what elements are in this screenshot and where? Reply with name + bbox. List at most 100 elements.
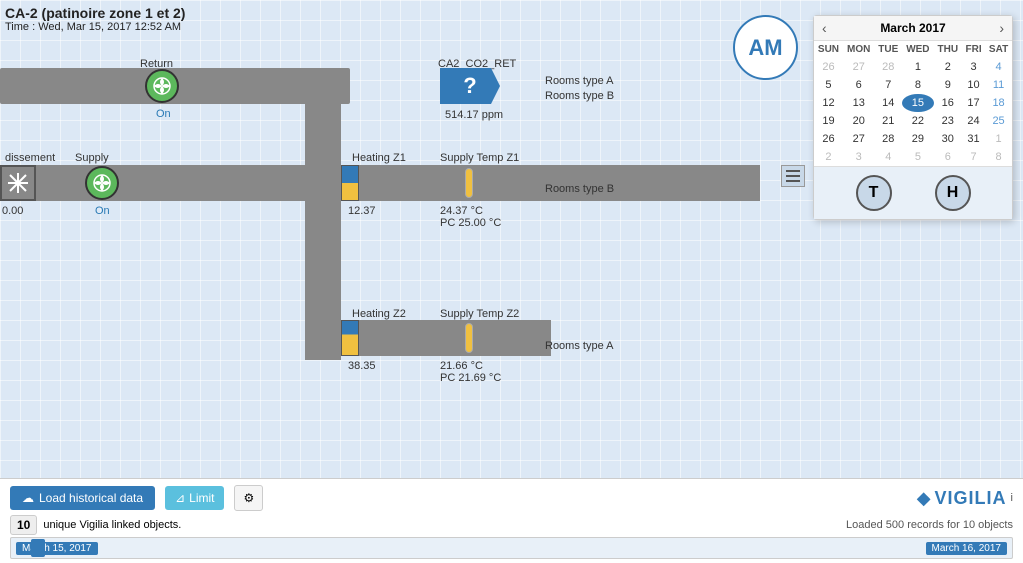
sidebar-panel[interactable] bbox=[781, 165, 805, 187]
calendar-day[interactable]: 11 bbox=[985, 76, 1012, 94]
calendar-day[interactable]: 3 bbox=[843, 148, 875, 166]
calendar-day[interactable]: 22 bbox=[902, 112, 934, 130]
calendar-day[interactable]: 14 bbox=[874, 94, 902, 112]
calendar-day[interactable]: 28 bbox=[874, 130, 902, 148]
vigilia-text: VIGILIA bbox=[935, 488, 1007, 509]
calendar-day[interactable]: 23 bbox=[934, 112, 962, 130]
calendar-day[interactable]: 1 bbox=[985, 130, 1012, 148]
calendar-day[interactable]: 24 bbox=[962, 112, 985, 130]
header: CA-2 (patinoire zone 1 et 2) Time : Wed,… bbox=[5, 5, 185, 33]
rooms-b-mid: Rooms type B bbox=[545, 183, 614, 195]
heating-z2-valve[interactable] bbox=[341, 320, 359, 356]
sidebar-icon-3 bbox=[786, 180, 800, 182]
temp-z1-value: 24.37 °C bbox=[440, 205, 483, 217]
fan-main bbox=[85, 166, 119, 200]
calendar-day[interactable]: 26 bbox=[814, 130, 843, 148]
th-buttons: T H bbox=[814, 166, 1012, 219]
load-historical-label: Load historical data bbox=[39, 491, 143, 505]
calendar-day[interactable]: 25 bbox=[985, 112, 1012, 130]
calendar-header: ‹ March 2017 › bbox=[814, 16, 1012, 41]
calendar-day[interactable]: 2 bbox=[934, 58, 962, 76]
calendar-day[interactable]: 5 bbox=[902, 148, 934, 166]
cal-day-header: SAT bbox=[985, 41, 1012, 58]
supply-temp-z2-label: Supply Temp Z2 bbox=[440, 308, 519, 320]
limit-label: Limit bbox=[189, 491, 214, 505]
calendar-day[interactable]: 10 bbox=[962, 76, 985, 94]
temp-z2-pc: PC 21.69 °C bbox=[440, 372, 501, 384]
supply-temp-z1-label: Supply Temp Z1 bbox=[440, 152, 519, 164]
timeline-thumb[interactable] bbox=[31, 539, 45, 557]
calendar-day[interactable]: 26 bbox=[814, 58, 843, 76]
calendar-day[interactable]: 19 bbox=[814, 112, 843, 130]
cal-day-header: SUN bbox=[814, 41, 843, 58]
calendar-day[interactable]: 4 bbox=[985, 58, 1012, 76]
calendar-day[interactable]: 2 bbox=[814, 148, 843, 166]
calendar-day[interactable]: 29 bbox=[902, 130, 934, 148]
calendar-day[interactable]: 7 bbox=[874, 76, 902, 94]
sidebar-icon-1 bbox=[786, 170, 800, 172]
cal-day-header: WED bbox=[902, 41, 934, 58]
calendar-day[interactable]: 1 bbox=[902, 58, 934, 76]
heating-z1-valve[interactable] bbox=[341, 165, 359, 201]
calendar-day[interactable]: 21 bbox=[874, 112, 902, 130]
calendar-day[interactable]: 20 bbox=[843, 112, 875, 130]
cal-day-header: TUE bbox=[874, 41, 902, 58]
calendar-day[interactable]: 3 bbox=[962, 58, 985, 76]
limit-button[interactable]: ⊿ Limit bbox=[165, 486, 224, 510]
cal-day-header: THU bbox=[934, 41, 962, 58]
temp-z1-pc: PC 25.00 °C bbox=[440, 217, 501, 229]
h-button[interactable]: H bbox=[935, 175, 971, 211]
duct-branch-z2 bbox=[341, 320, 551, 356]
records-text: Loaded 500 records for 10 objects bbox=[846, 519, 1013, 531]
cloud-icon: ☁ bbox=[22, 491, 34, 505]
calendar-day[interactable]: 5 bbox=[814, 76, 843, 94]
refrig-device bbox=[0, 165, 36, 201]
timeline-end-date: March 16, 2017 bbox=[926, 542, 1008, 555]
calendar-day[interactable]: 6 bbox=[934, 148, 962, 166]
calendar-day[interactable]: 18 bbox=[985, 94, 1012, 112]
t-button[interactable]: T bbox=[856, 175, 892, 211]
vigilia-logo: ◆ VIGILIA i bbox=[917, 488, 1013, 509]
bottom-bar: ☁ Load historical data ⊿ Limit ⚙ ◆ VIGIL… bbox=[0, 478, 1023, 563]
calendar-day[interactable]: 16 bbox=[934, 94, 962, 112]
co2-value: 514.17 ppm bbox=[445, 109, 503, 121]
calendar-day[interactable]: 6 bbox=[843, 76, 875, 94]
calendar-prev-button[interactable]: ‹ bbox=[822, 20, 827, 36]
temp-z1-icon bbox=[465, 168, 473, 198]
calendar-day[interactable]: 27 bbox=[843, 58, 875, 76]
heating-z1-value: 12.37 bbox=[348, 205, 376, 217]
timeline-bar[interactable]: March 15, 2017 March 16, 2017 bbox=[10, 537, 1013, 559]
unique-objects-text: unique Vigilia linked objects. bbox=[43, 519, 181, 531]
gear-icon: ⚙ bbox=[243, 491, 254, 505]
co2-sensor: ? bbox=[440, 68, 500, 104]
rooms-a-top: Rooms type A bbox=[545, 75, 613, 87]
calendar-day[interactable]: 4 bbox=[874, 148, 902, 166]
fan-main-label: On bbox=[95, 205, 110, 217]
calendar-next-button[interactable]: › bbox=[999, 20, 1004, 36]
calendar-day[interactable]: 9 bbox=[934, 76, 962, 94]
calendar-day[interactable]: 12 bbox=[814, 94, 843, 112]
duct-z2-vertical bbox=[305, 200, 341, 360]
settings-button[interactable]: ⚙ bbox=[234, 485, 263, 511]
fan-return-label: On bbox=[156, 108, 171, 120]
fan-return bbox=[145, 69, 179, 103]
page-subtitle: Time : Wed, Mar 15, 2017 12:52 AM bbox=[5, 21, 185, 33]
calendar-day[interactable]: 15 bbox=[902, 94, 934, 112]
calendar-day[interactable]: 8 bbox=[985, 148, 1012, 166]
avatar[interactable]: AM bbox=[733, 15, 798, 80]
calendar-day[interactable]: 8 bbox=[902, 76, 934, 94]
cal-day-header: MON bbox=[843, 41, 875, 58]
temp-z2-icon bbox=[465, 323, 473, 353]
vigilia-shield-icon: ◆ bbox=[917, 488, 931, 509]
calendar-day[interactable]: 7 bbox=[962, 148, 985, 166]
calendar-day[interactable]: 30 bbox=[934, 130, 962, 148]
bottom-row1: ☁ Load historical data ⊿ Limit ⚙ ◆ VIGIL… bbox=[10, 485, 1013, 511]
calendar-day[interactable]: 31 bbox=[962, 130, 985, 148]
calendar-day[interactable]: 28 bbox=[874, 58, 902, 76]
calendar-day[interactable]: 13 bbox=[843, 94, 875, 112]
calendar-panel: ‹ March 2017 › SUNMONTUEWEDTHUFRISAT 262… bbox=[813, 15, 1013, 220]
calendar-day[interactable]: 17 bbox=[962, 94, 985, 112]
calendar-day[interactable]: 27 bbox=[843, 130, 875, 148]
load-historical-button[interactable]: ☁ Load historical data bbox=[10, 486, 155, 510]
refrig-label: dissement bbox=[5, 152, 55, 164]
